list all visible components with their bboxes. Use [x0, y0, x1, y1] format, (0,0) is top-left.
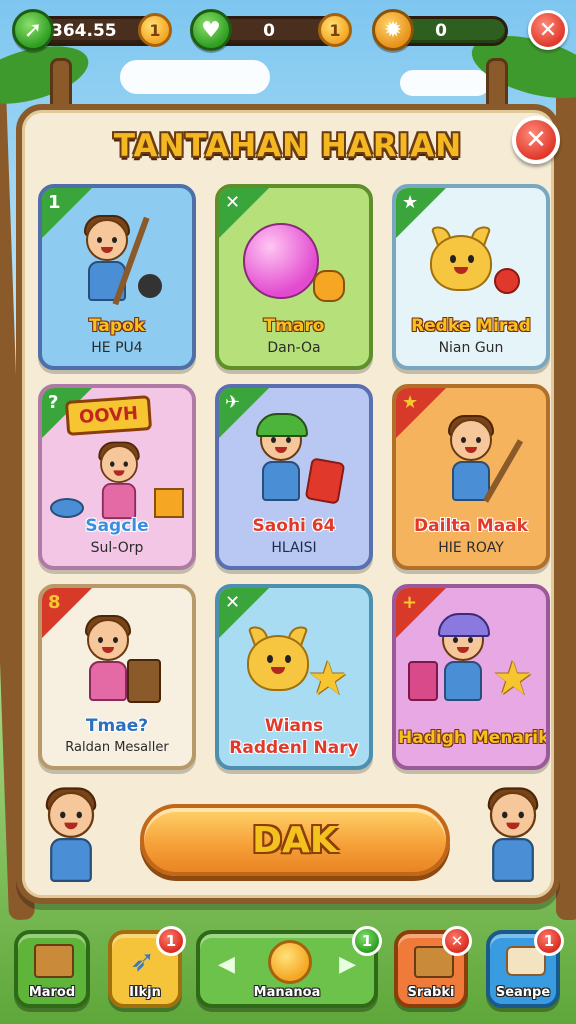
card-subtitle: HIE ROAY [438, 540, 504, 556]
notification-badge: 1 [352, 926, 382, 956]
challenge-card[interactable]: + ★ Hadigh Menarik [392, 584, 550, 770]
heart-leaf-icon: ♥ [190, 9, 232, 51]
card-subtitle: Nian Gun [438, 340, 504, 356]
nav-button-mananoa[interactable]: ◀ ▶ 1 Mananoa [196, 926, 382, 1008]
challenge-card[interactable]: ? OOVH Sagcle Sul-Orp [38, 384, 196, 570]
boy-reading-icon [42, 606, 192, 716]
boy-with-tablet-icon [219, 406, 369, 516]
sun-orb-icon [268, 940, 312, 984]
boy-waving-right-icon [478, 787, 548, 886]
boy-with-pitchfork-icon [42, 206, 192, 316]
card-name: Tapok [88, 316, 146, 336]
panel-title: TANTAHAN HARIAN [113, 128, 463, 164]
arrow-left-icon[interactable]: ◀ [218, 952, 235, 977]
resource-cookie[interactable]: ✹ 0 [372, 9, 508, 51]
challenge-card[interactable]: 1 Tapok HE PU4 [38, 184, 196, 370]
card-name: Tmae? [85, 716, 149, 736]
card-subtitle: Sul-Orp [90, 540, 144, 556]
challenge-grid: 1 Tapok HE PU4 ✕ Tmaro Dan-Oa ★ Redke Mi… [38, 184, 550, 770]
card-subtitle: Raddenl Nary [229, 738, 359, 758]
boy-with-book-and-star-icon: ★ [396, 606, 546, 716]
card-name: Wians [264, 716, 324, 736]
cloud [400, 70, 490, 96]
close-button[interactable]: ✕ [528, 10, 568, 50]
nav-label: Srabki [407, 985, 455, 1000]
card-name: Tmaro [263, 316, 325, 336]
bottom-nav: Marod ➶ 1 Ilkjn ◀ ▶ 1 Mananoa ✕ Srabki 1… [0, 922, 576, 1018]
cookie-icon: ✹ [372, 9, 414, 51]
nav-label: Ilkjn [129, 985, 161, 1000]
nav-label: Mananoa [253, 985, 321, 1000]
coin-icon: 1 [138, 13, 172, 47]
notification-badge: 1 [534, 926, 564, 956]
challenge-card[interactable]: ★ Dailta Maak HIE ROAY [392, 384, 550, 570]
leaf-arrow-icon: ➚ [12, 9, 54, 51]
coin-icon: 1 [318, 13, 352, 47]
nav-button-srabki[interactable]: ✕ Srabki [394, 926, 472, 1008]
challenge-card[interactable]: ★ Redke Mirad Nian Gun [392, 184, 550, 370]
resource-heart[interactable]: ♥ 0 1 [190, 9, 352, 51]
resource-leaf[interactable]: ➚ 364.55 1 [12, 9, 172, 51]
resource-bar: ➚ 364.55 1 ♥ 0 1 ✹ 0 [8, 8, 568, 54]
shop-sign: OOVH [64, 395, 153, 436]
card-name: Hadigh Menarik [398, 728, 550, 748]
nav-button-ilkjn[interactable]: ➶ 1 Ilkjn [108, 926, 186, 1008]
daily-challenge-panel: TANTAHAN HARIAN ✕ 1 Tapok HE PU4 ✕ Tmaro… [16, 104, 560, 904]
notification-badge: 1 [156, 926, 186, 956]
rocket-icon: ➶ [130, 944, 156, 979]
card-name: Saohi 64 [252, 516, 336, 536]
panel-close-button[interactable]: ✕ [512, 116, 560, 164]
resource-number: 0 [263, 21, 275, 41]
boy-waving-left-icon [36, 787, 106, 886]
golden-fox-icon [396, 206, 546, 316]
notification-badge: ✕ [442, 926, 472, 956]
challenge-card[interactable]: 8 Tmae? Raldan Mesaller [38, 584, 196, 770]
cloud [120, 60, 270, 94]
challenge-card[interactable]: ✈ Saohi 64 HLAISI [215, 384, 373, 570]
golden-fox-with-star-icon: ★ [219, 606, 369, 716]
challenge-card[interactable]: ✕ Tmaro Dan-Oa [215, 184, 373, 370]
nav-label: Marod [28, 985, 76, 1000]
claim-button[interactable]: DAK [140, 804, 450, 876]
card-name: Redke Mirad [411, 316, 531, 336]
arrow-right-icon[interactable]: ▶ [339, 952, 356, 977]
card-subtitle: HLAISI [271, 540, 317, 556]
nav-button-seanpe[interactable]: 1 Seanpe [486, 926, 564, 1008]
pink-ball-icon [219, 206, 369, 316]
treasure-box-icon [34, 944, 74, 978]
challenge-card[interactable]: ✕ ★ Wians Raddenl Nary [215, 584, 373, 770]
card-subtitle: Dan-Oa [267, 340, 321, 356]
boy-with-stick-icon [396, 406, 546, 516]
nav-label: Seanpe [495, 985, 551, 1000]
card-name: Dailta Maak [414, 516, 528, 536]
resource-number: 0 [435, 21, 447, 41]
card-subtitle: HE PU4 [91, 340, 143, 356]
card-subtitle: Raldan Mesaller [65, 740, 169, 755]
card-name: Sagcle [85, 516, 149, 536]
nav-button-marod[interactable]: Marod [14, 930, 90, 1008]
